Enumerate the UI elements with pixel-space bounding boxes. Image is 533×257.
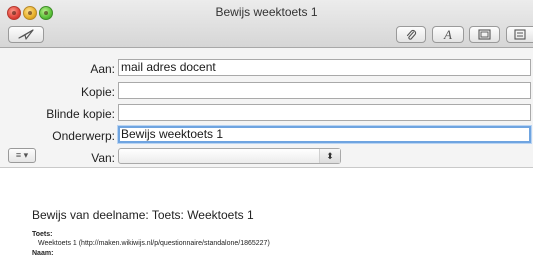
bcc-field[interactable] [118,104,531,121]
subject-field[interactable]: Bewijs weektoets 1 [118,126,531,143]
fonts-icon: A [444,26,452,42]
send-icon [18,29,34,40]
subject-row: Onderwerp: Bewijs weektoets 1 [0,126,533,146]
send-button[interactable] [8,26,44,43]
fonts-button[interactable]: A [432,26,464,43]
header-options-menu-button[interactable]: ≡ ▾ [8,148,36,163]
cc-label: Kopie: [80,85,115,99]
bcc-label: Blinde kopie: [46,107,115,121]
toets-label: Toets: [32,231,53,238]
to-field[interactable]: mail adres docent [118,59,531,76]
attach-button[interactable] [396,26,426,43]
message-headers: Aan: mail adres docent Kopie: Blinde kop… [0,48,533,168]
photo-browser-button[interactable] [469,26,500,43]
body-heading: Bewijs van deelname: Toets: Weektoets 1 [32,208,254,222]
photo-browser-icon [478,29,491,40]
subject-label: Onderwerp: [52,129,115,143]
updown-arrows-icon: ⬍ [319,149,340,163]
naam-label: Naam: [32,250,54,257]
message-body[interactable]: Bewijs van deelname: Toets: Weektoets 1 … [0,168,533,257]
cc-row: Kopie: [0,82,533,102]
from-label: Van: [91,151,115,165]
format-bar-button[interactable] [506,26,533,43]
cc-field[interactable] [118,82,531,99]
to-row: Aan: mail adres docent [0,59,533,79]
to-label: Aan: [90,62,115,76]
paperclip-icon [405,29,417,41]
title-toolbar: Bewijs weektoets 1 A [0,0,533,48]
mail-compose-window: Bewijs weektoets 1 A Aan: mail adres doc… [0,0,533,257]
from-row: ≡ ▾ Van: ⬍ [0,148,533,168]
format-bar-icon [514,29,526,40]
toets-value: Weektoets 1 (http://maken.wikiwijs.nl/p/… [38,240,270,247]
window-title: Bewijs weektoets 1 [215,5,318,19]
list-menu-icon: ≡ ▾ [15,150,29,160]
from-select[interactable]: ⬍ [118,148,341,164]
bcc-row: Blinde kopie: [0,104,533,124]
